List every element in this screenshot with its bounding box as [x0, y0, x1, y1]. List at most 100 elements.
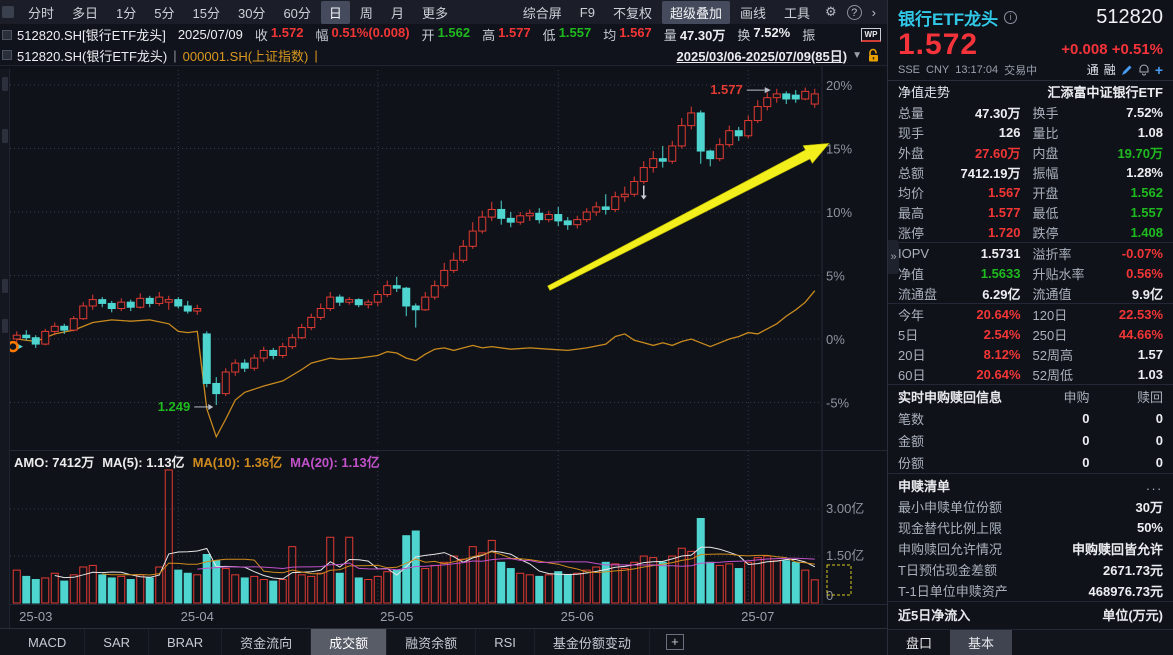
price-change-group: +0.008 +0.51% [1061, 41, 1163, 58]
stats1-row-3: 外盘 27.60万 内盘 19.70万 [888, 142, 1173, 162]
sub-redeem-value: 0 [1155, 454, 1163, 470]
redemption-row-2: 现金替代比例上限 50% [888, 517, 1173, 538]
stat-label: 开盘 [1032, 185, 1059, 201]
period-tab-3[interactable]: 1分 [108, 1, 144, 24]
side-panel-tab-2[interactable]: 基本 [950, 630, 1013, 655]
info-icon[interactable]: i [1004, 11, 1018, 24]
candlestick-chart-pane[interactable]: 20% 15% 10% 5% 0% -5% 1.577 1.249 [0, 66, 887, 450]
volume-pane[interactable]: AMO: 7412万 MA(5): 1.13亿 MA(10): 1.36亿 MA(20… [0, 450, 887, 605]
indicator-tab-1[interactable]: MACD [10, 629, 86, 655]
period-tab-7[interactable]: 60分 [275, 1, 318, 24]
stats1-row-6: 最高 1.577 最低 1.557 [888, 202, 1173, 222]
indicator-tabs: MACD SAR BRAR 资金流向 成交额 融资余额 RSI 基金份额变动 + [0, 628, 887, 655]
field-label: 均 [603, 28, 617, 43]
redemption-row-1: 最小申赎单位份额 30万 [888, 496, 1173, 517]
redemption-value: 申购赎回皆允许 [1071, 542, 1163, 557]
stat-label: 现手 [898, 125, 925, 141]
date-range-selector[interactable]: 2025/03/06-2025/07/09(85日) [677, 46, 848, 65]
side-panel-tab-1[interactable]: 盘口 [888, 630, 950, 655]
field-label: 振 [802, 28, 816, 43]
period-tab-4[interactable]: 5分 [146, 1, 182, 24]
indicator-tab-6[interactable]: 融资余额 [387, 629, 477, 655]
period-tab-10[interactable]: 月 [383, 1, 412, 24]
tool-button-5[interactable]: 画线 [732, 1, 774, 24]
overlay-series-label[interactable]: 000001.SH(上证指数) [183, 46, 309, 65]
toolbar: 分时 多日 1分 5分 15分 30分 60分日周月更多 综合屏 F9 不复权 超级叠加 画线 工具 ⚙… [0, 0, 887, 24]
period-tabs: 分时 多日 1分 5分 15分 30分 60分日周月更多 [20, 0, 456, 24]
wp-push-icon[interactable]: WP [861, 27, 881, 42]
period-tab-5[interactable]: 15分 [185, 1, 228, 24]
svg-text:20%: 20% [826, 78, 852, 93]
tool-button-6[interactable]: 工具 [776, 1, 818, 24]
sub-buy-value: 0 [1082, 410, 1090, 426]
x-axis-label-3: 25-05 [380, 609, 414, 624]
stat-value: 8.12% [983, 346, 1021, 362]
sub-redeem-value: 0 [1155, 410, 1163, 426]
indicator-tab-7[interactable]: RSI [476, 629, 535, 655]
stats3-row-2: 5日 2.54% 250日 44.66% [888, 324, 1173, 344]
stat-value: 2.54% [983, 326, 1021, 342]
window-icon [2, 6, 14, 18]
redemption-value: 50% [1136, 520, 1163, 535]
quote-date: 2025/07/09 [177, 27, 243, 42]
indicator-tab-8[interactable]: 基金份额变动 [535, 629, 650, 655]
stat-value: 1.720 [987, 224, 1021, 240]
side-panel-tabs: 盘口 基本 [888, 629, 1173, 655]
indicator-tab-3[interactable]: BRAR [149, 629, 223, 655]
more-button[interactable]: ... [1146, 478, 1163, 493]
field-value: 0.51%(0.008) [331, 25, 410, 40]
stat-label: 120日 [1032, 307, 1068, 323]
indicator-tab-2[interactable]: SAR [85, 629, 150, 655]
add-to-watchlist-icon[interactable]: + [1155, 62, 1163, 78]
stat-label: 52周低 [1032, 367, 1073, 383]
unlock-icon[interactable] [867, 48, 881, 63]
redemption-row-3: 申购赎回允许情况 申购赎回皆允许 [888, 538, 1173, 559]
tool-button-2[interactable]: F9 [572, 3, 603, 22]
sidebar-tick [2, 279, 8, 293]
price-change: +0.008 [1061, 41, 1108, 58]
stock-mini-icon [2, 29, 12, 40]
tool-button-3[interactable]: 不复权 [605, 1, 660, 24]
period-tab-8[interactable]: 日 [320, 0, 350, 24]
stat-value: 1.562 [1130, 184, 1163, 200]
period-tab-11[interactable]: 更多 [414, 1, 456, 24]
period-tab-2[interactable]: 多日 [64, 1, 106, 24]
netflow-bar-value: 937 [1125, 627, 1147, 629]
stat-value: 7.52% [1126, 104, 1163, 120]
quote-side-panel: 银行ETF龙头 i 512820 1.572 +0.008 +0.51% SSE… [887, 0, 1173, 655]
collapse-panel-handle[interactable]: » [888, 240, 899, 274]
indicator-tab-5[interactable]: 成交额 [311, 629, 388, 655]
sidebar-tick [2, 129, 8, 143]
stat-label: 流通盘 [898, 286, 938, 302]
nav-trend-link[interactable]: 净值走势 [898, 82, 950, 101]
stat-value: 47.30万 [974, 105, 1021, 121]
field-label: 低 [542, 28, 556, 43]
quote-field-2: 幅 0.51%(0.008) [315, 25, 409, 44]
period-tab-9[interactable]: 周 [352, 1, 381, 24]
add-indicator-button[interactable]: + [665, 634, 684, 650]
stock-name: 银行ETF龙头 [898, 10, 999, 29]
chevron-right-icon[interactable]: › [867, 4, 881, 21]
x-axis-label-4: 25-06 [560, 609, 594, 624]
margin-badge-2: 融 [1103, 63, 1116, 77]
subscription-row-2: 金额 0 0 [888, 429, 1173, 451]
help-icon[interactable]: ? [846, 4, 862, 20]
left-collapsed-sidebar[interactable] [0, 69, 10, 628]
field-label: 幅 [315, 28, 329, 43]
stat-label: 换手 [1032, 105, 1059, 121]
field-value: 47.30万 [679, 28, 726, 43]
caret-down-icon[interactable]: ▼ [852, 50, 862, 61]
sub-buy-value: 0 [1082, 432, 1090, 448]
indicator-tab-4[interactable]: 资金流向 [222, 629, 312, 655]
primary-series-label[interactable]: 512820.SH(银行ETF龙头) [17, 46, 167, 65]
quote-field-1: 收 1.572 [255, 25, 304, 44]
period-tab-1[interactable]: 分时 [20, 1, 62, 24]
x-axis-label-1: 25-03 [19, 609, 53, 624]
quote-field-8: 换 7.52% [737, 25, 790, 44]
period-tab-6[interactable]: 30分 [230, 1, 273, 24]
subscription-section: 实时申购赎回信息 申购 赎回 笔数 0 0 金额 0 0 份额 0 0 [888, 384, 1173, 473]
tool-button-1[interactable]: 综合屏 [515, 1, 570, 24]
tool-button-4[interactable]: 超级叠加 [661, 0, 730, 24]
subscription-col-buy: 申购 [1063, 389, 1090, 405]
settings-gear-icon[interactable]: ⚙ [820, 3, 842, 21]
